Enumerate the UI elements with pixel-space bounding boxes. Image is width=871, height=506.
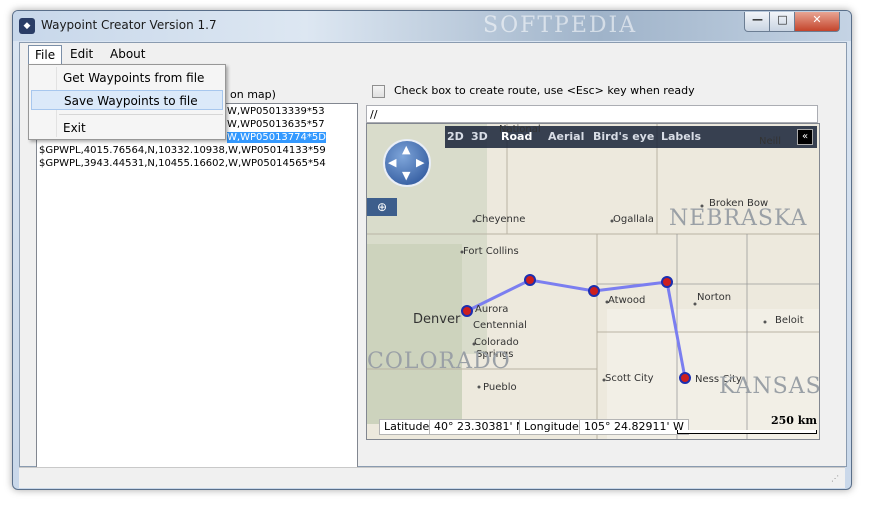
waypoint-marker[interactable] (661, 276, 673, 288)
list-item-selected[interactable]: W,WP05013774*5D (227, 132, 326, 144)
maximize-button[interactable]: □ (769, 12, 796, 32)
tab-2d[interactable]: 2D (447, 130, 464, 143)
app-window: ◆ Waypoint Creator Version 1.7 SOFTPEDIA… (12, 10, 852, 490)
waypoint-marker[interactable] (524, 274, 536, 286)
longitude-value: 105° 24.82911' W (579, 419, 689, 435)
map-label-national: National (499, 124, 541, 135)
map-label-kansas: KANSAS (719, 374, 820, 399)
list-item[interactable]: $GPWPL,3943.44531,N,10455.16602,W,WP0501… (39, 158, 326, 170)
map-label-ogallala: Ogallala (613, 214, 654, 225)
nav-collapse-icon[interactable]: « (797, 129, 813, 145)
list-item-text: $GPWPL,3943.44531,N,10455.16602,W,WP0501… (39, 158, 326, 169)
menu-about[interactable]: About (104, 45, 151, 63)
map-label-centennial: Centennial (473, 320, 527, 331)
map-label-colorado-springs: Colorado (474, 337, 519, 348)
list-item[interactable]: $GPWPL,4015.76564,N,10332.10938,W,WP0501… (39, 145, 326, 157)
pan-right-icon[interactable]: ▶ (416, 156, 424, 169)
map-label-nebraska: NEBRASKA (669, 206, 808, 231)
app-icon: ◆ (19, 18, 35, 34)
menu-file[interactable]: File (28, 45, 63, 64)
map-label-atwood: Atwood (608, 295, 646, 306)
waypoints-list-label: on map) (230, 88, 276, 101)
list-item[interactable]: W,WP05013339*53 (227, 106, 325, 118)
status-bar: ⋰ (19, 467, 845, 488)
waypoint-marker[interactable] (588, 285, 600, 297)
menu-edit[interactable]: Edit (64, 45, 99, 63)
map-label-fort-collins: Fort Collins (463, 246, 519, 257)
list-item[interactable]: W,WP05013635*57 (227, 119, 325, 131)
map-label-neill: Neill (759, 136, 781, 147)
map-label-norton: Norton (697, 292, 732, 303)
waypoint-marker[interactable] (461, 305, 473, 317)
pan-up-icon[interactable]: ▲ (402, 143, 410, 156)
map-label-scott-city: Scott City (605, 373, 654, 384)
map-label-beloit: Beloit (775, 315, 804, 326)
map-label-denver: Denver (413, 312, 461, 327)
client-area: File Edit About Get Waypoints from file … (19, 42, 847, 469)
menu-bar: File Edit About (20, 43, 846, 65)
map-view[interactable]: 2D 3D Road Aerial Bird's eye Labels « ▲ … (366, 123, 820, 440)
tab-birds-eye[interactable]: Bird's eye (593, 130, 654, 143)
menu-separator (59, 114, 223, 115)
minimize-button[interactable]: — (744, 12, 771, 32)
waypoint-marker[interactable] (679, 372, 691, 384)
mountain-terrain-dark (367, 244, 462, 424)
map-compass[interactable]: ▲ ▼ ◀ ▶ (383, 139, 431, 187)
map-label-aurora: Aurora (475, 304, 509, 315)
list-item-text: W,WP05013339*53 (227, 106, 325, 117)
tab-aerial[interactable]: Aerial (548, 130, 584, 143)
map-scale-label: 250 km (771, 414, 818, 427)
pan-down-icon[interactable]: ▼ (402, 169, 410, 182)
map-scale-bar (677, 430, 817, 434)
latitude-value: 40° 23.30381' N (429, 419, 530, 435)
map-label-colorado: COLORADO (367, 349, 511, 374)
menu-item-save-waypoints[interactable]: Save Waypoints to file (31, 90, 223, 110)
map-label-pueblo: Pueblo (483, 382, 517, 393)
longitude-label: Longitude: (519, 419, 588, 435)
tab-3d[interactable]: 3D (471, 130, 488, 143)
menu-item-get-waypoints[interactable]: Get Waypoints from file (31, 68, 223, 88)
watermark: SOFTPEDIA (483, 13, 638, 38)
close-icon: ✕ (812, 13, 822, 26)
waypoints-listbox[interactable]: W,WP05013339*53 W,WP05013635*57 W,WP0501… (36, 103, 358, 469)
menu-item-exit[interactable]: Exit (31, 118, 223, 138)
minimize-icon: — (752, 13, 763, 26)
list-item-text: W,WP05013635*57 (227, 119, 325, 130)
create-route-checkbox[interactable] (372, 85, 385, 98)
pan-left-icon[interactable]: ◀ (388, 156, 396, 169)
resize-grip-icon[interactable]: ⋰ (831, 474, 843, 486)
window-title: Waypoint Creator Version 1.7 (41, 18, 217, 32)
tab-labels[interactable]: Labels (661, 130, 701, 143)
list-item-text: W,WP05013774*5D (227, 132, 326, 143)
map-label-cheyenne: Cheyenne (475, 214, 526, 225)
title-bar[interactable]: ◆ Waypoint Creator Version 1.7 SOFTPEDIA… (13, 11, 851, 41)
route-text-input[interactable]: // (366, 105, 818, 123)
file-menu-dropdown: Get Waypoints from file Save Waypoints t… (28, 64, 226, 140)
zoom-in-icon[interactable]: ⊕ (367, 198, 397, 216)
close-button[interactable]: ✕ (794, 12, 840, 32)
create-route-label: Check box to create route, use <Esc> key… (394, 84, 695, 97)
maximize-icon: □ (777, 13, 788, 26)
list-item-text: $GPWPL,4015.76564,N,10332.10938,W,WP0501… (39, 145, 326, 156)
